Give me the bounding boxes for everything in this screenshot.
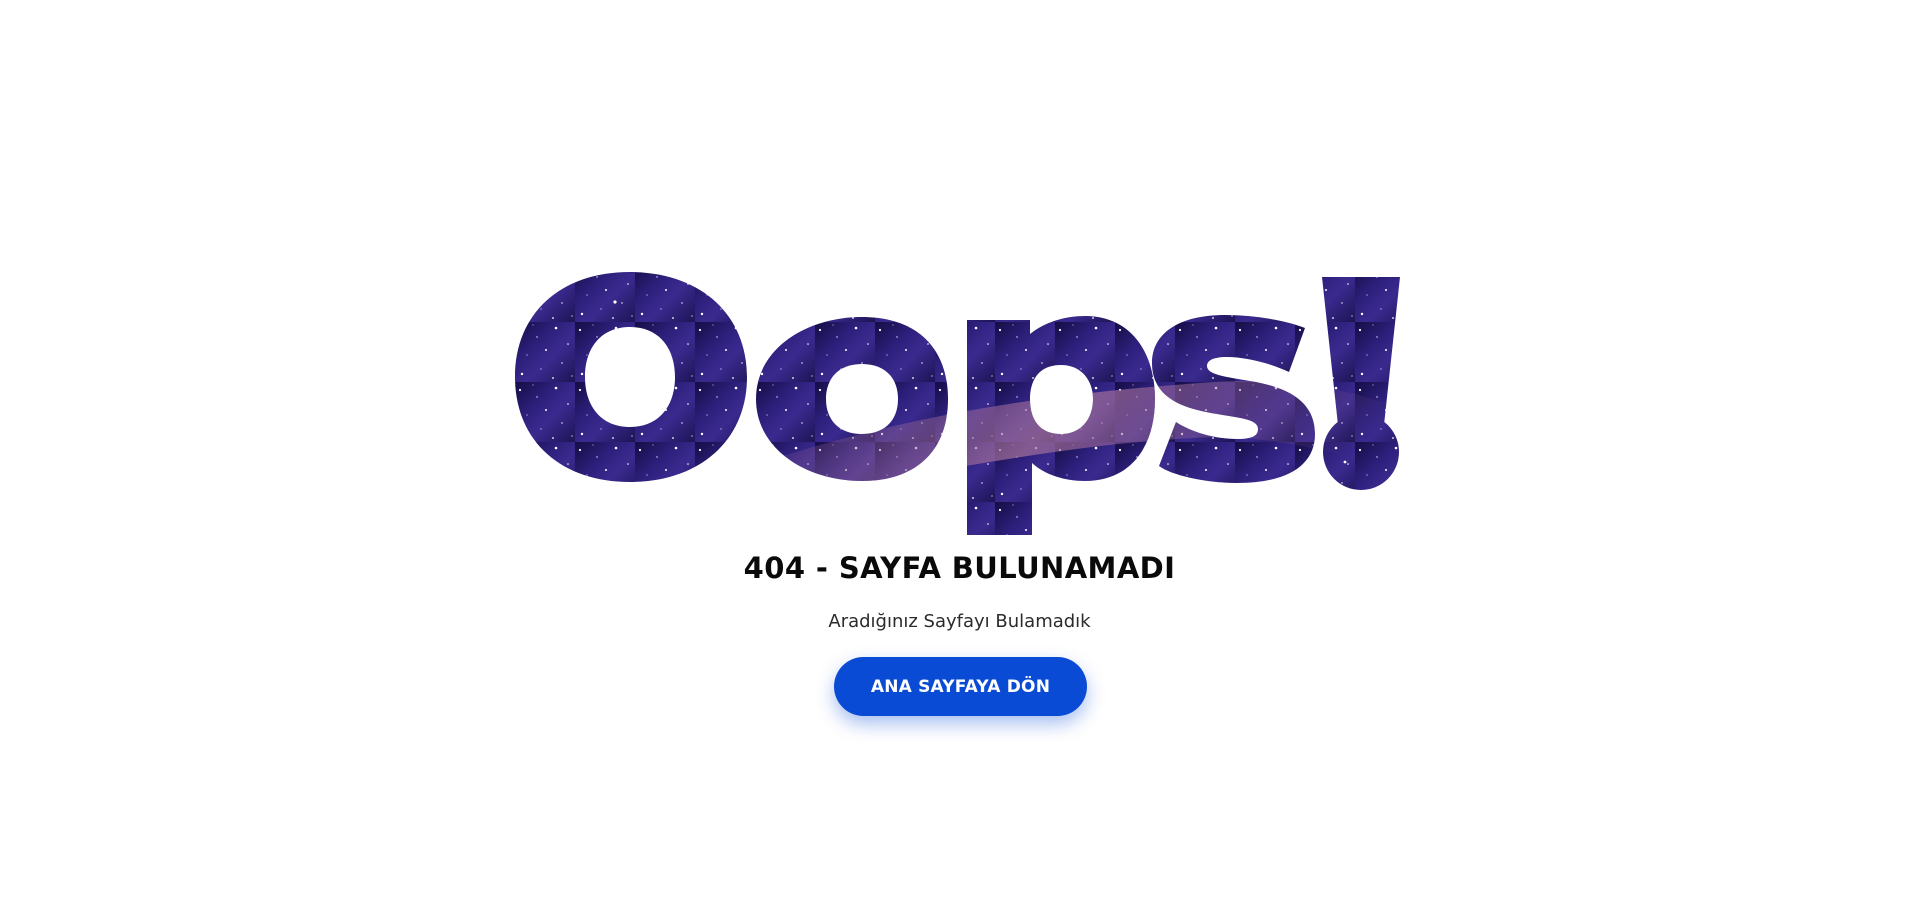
- error-subtitle: Aradığınız Sayfayı Bulamadık: [828, 611, 1091, 632]
- return-home-button[interactable]: ANA SAYFAYA DÖN: [834, 657, 1087, 716]
- oops-headline: [515, 262, 1405, 542]
- error-title: 404 - SAYFA BULUNAMADI: [743, 551, 1176, 585]
- not-found-page: 404 - SAYFA BULUNAMADI Aradığınız Sayfay…: [0, 0, 1919, 916]
- oops-starfield-text: [515, 272, 1400, 535]
